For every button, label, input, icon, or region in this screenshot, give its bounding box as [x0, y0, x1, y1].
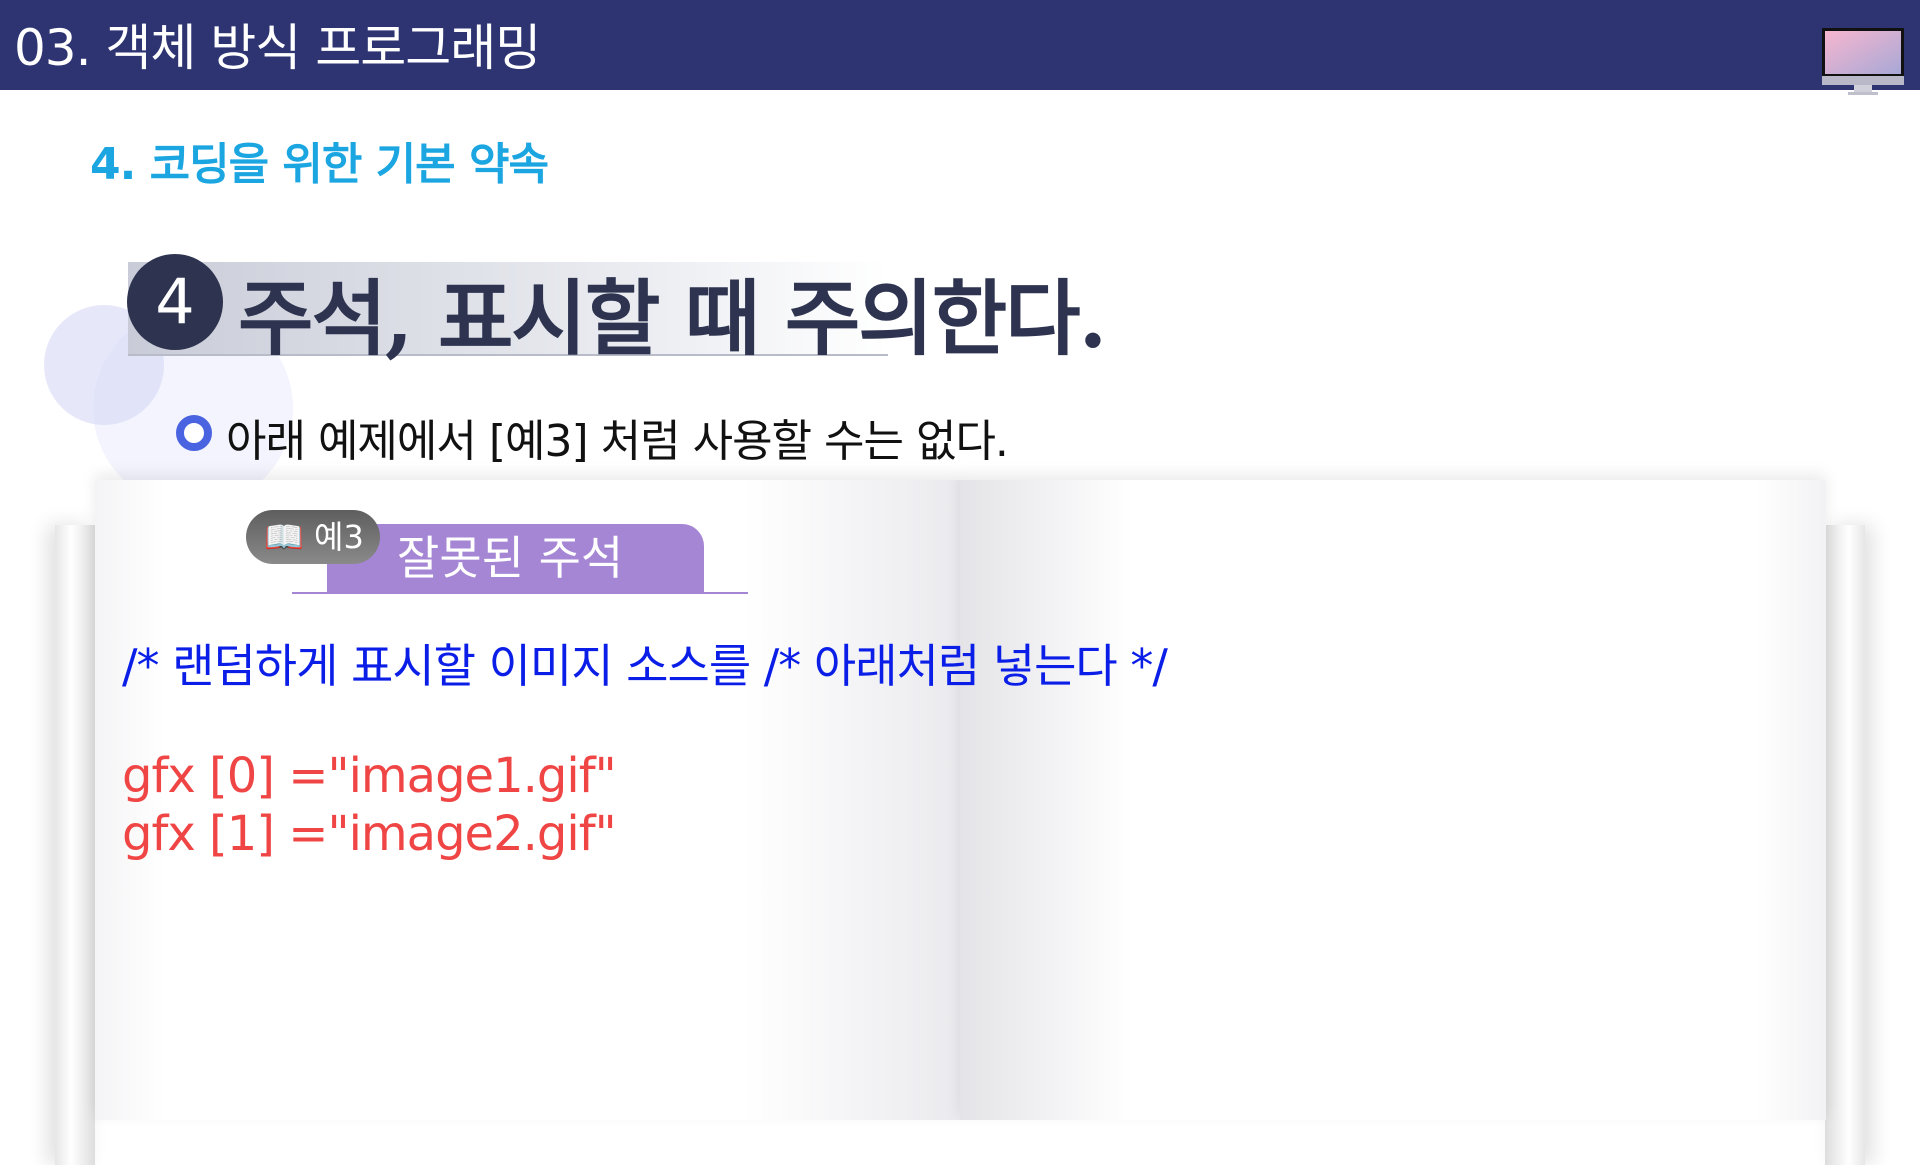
example-tag: 📖 예3 [246, 510, 380, 564]
example-underline [292, 592, 748, 594]
example-title: 잘못된 주석 [327, 524, 704, 592]
book-icon: 📖 [264, 518, 304, 556]
bullet-text: 아래 예제에서 [예3] 처럼 사용할 수는 없다. [226, 416, 1009, 467]
example-tag-label: 예3 [314, 518, 364, 556]
section-subtitle: 4. 코딩을 위한 기본 약속 [90, 139, 549, 190]
monitor-icon [1820, 28, 1905, 98]
code-line: gfx [0] ="image1.gif" [122, 748, 617, 804]
code-line: gfx [1] ="image2.gif" [122, 806, 617, 862]
header-title: 03. 객체 방식 프로그래밍 [14, 19, 541, 77]
section-heading: 주석, 표시할 때 주의한다. [238, 271, 1107, 367]
section-number-badge: 4 [127, 254, 223, 350]
header-bar: 03. 객체 방식 프로그래밍 [0, 0, 1920, 95]
bullet-ring-icon [176, 415, 212, 451]
code-comment: /* 랜덤하게 표시할 이미지 소스를 /* 아래처럼 넣는다 */ [122, 639, 1168, 693]
